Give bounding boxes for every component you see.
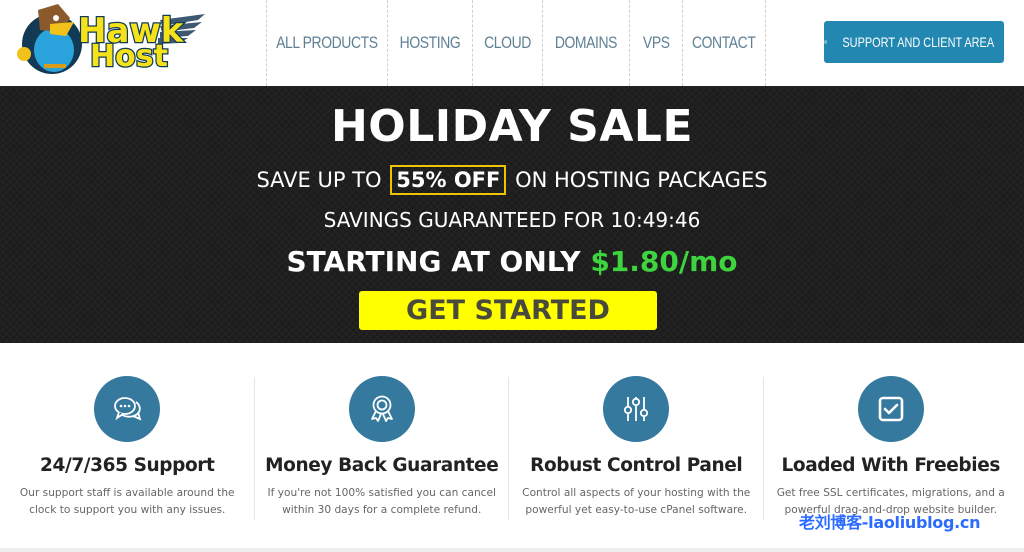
save-suffix: ON HOSTING PACKAGES xyxy=(515,168,768,192)
starting-price: $1.80/mo xyxy=(590,245,738,278)
hawk-mascot-icon: Hawk Host xyxy=(17,4,205,75)
feature-title: Loaded With Freebies xyxy=(781,455,1001,476)
checkbox-icon xyxy=(878,396,904,422)
save-prefix: SAVE UP TO xyxy=(256,168,382,192)
feature-icon-circle xyxy=(94,376,161,442)
support-button-label: SUPPORT AND CLIENT AREA xyxy=(842,34,995,50)
holiday-sale-banner: HOLIDAY SALE SAVE UP TO 55% OFF ON HOSTI… xyxy=(0,87,1024,343)
get-started-button[interactable]: GET STARTED xyxy=(359,291,657,330)
nav-hosting[interactable]: HOSTING xyxy=(387,0,472,86)
nav-contact[interactable]: CONTACT xyxy=(682,0,766,86)
award-ribbon-icon xyxy=(370,395,393,422)
banner-title: HOLIDAY SALE xyxy=(330,101,694,152)
nav-vps[interactable]: VPS xyxy=(629,0,682,86)
countdown-timer: 10:49:46 xyxy=(610,208,701,232)
sliders-icon xyxy=(624,397,649,421)
feature-title: 24/7/365 Support xyxy=(40,455,215,476)
site-header: Hawk Host ALL PRODUCTS HOSTING CLOUD DOM… xyxy=(0,0,1024,87)
countdown-line: SAVINGS GUARANTEED FOR 10:49:46 xyxy=(0,208,1024,232)
nav-cloud[interactable]: CLOUD xyxy=(472,0,542,86)
feature-description: If you're not 100% satisfied you can can… xyxy=(267,487,496,516)
section-bottom-border xyxy=(0,548,1024,552)
feature-control-panel: Robust Control Panel Control all aspects… xyxy=(509,343,764,548)
feature-money-back: Money Back Guarantee If you're not 100% … xyxy=(255,343,509,548)
feature-title: Robust Control Panel xyxy=(530,455,743,476)
feature-description: Our support staff is available around th… xyxy=(19,487,235,516)
discount-highlight: 55% OFF xyxy=(390,165,507,195)
banner-discount-line: SAVE UP TO 55% OFF ON HOSTING PACKAGES xyxy=(0,165,1024,195)
hawkhost-logo[interactable]: Hawk Host xyxy=(10,0,205,78)
support-client-area-button[interactable]: SUPPORT AND CLIENT AREA xyxy=(824,21,1004,63)
life-ring-icon xyxy=(824,40,828,44)
feature-description: Control all aspects of your hosting with… xyxy=(522,487,751,516)
nav-all-products[interactable]: ALL PRODUCTS xyxy=(266,0,387,86)
watermark-text: 老刘博客-laoliublog.cn xyxy=(799,513,981,532)
starting-price-line: STARTING AT ONLY $1.80/mo xyxy=(0,245,1024,278)
feature-icon-circle xyxy=(603,376,670,442)
main-nav: ALL PRODUCTS HOSTING CLOUD DOMAINS VPS C… xyxy=(266,0,766,86)
feature-icon-circle xyxy=(857,376,924,442)
nav-domains[interactable]: DOMAINS xyxy=(542,0,629,86)
chat-bubbles-icon xyxy=(114,397,142,421)
starting-label: STARTING AT ONLY xyxy=(286,245,581,278)
countdown-label: SAVINGS GUARANTEED FOR xyxy=(323,208,605,232)
feature-title: Money Back Guarantee xyxy=(265,455,499,476)
svg-text:Host: Host xyxy=(90,39,168,74)
feature-support: 24/7/365 Support Our support staff is av… xyxy=(0,343,255,548)
feature-icon-circle xyxy=(348,376,415,442)
